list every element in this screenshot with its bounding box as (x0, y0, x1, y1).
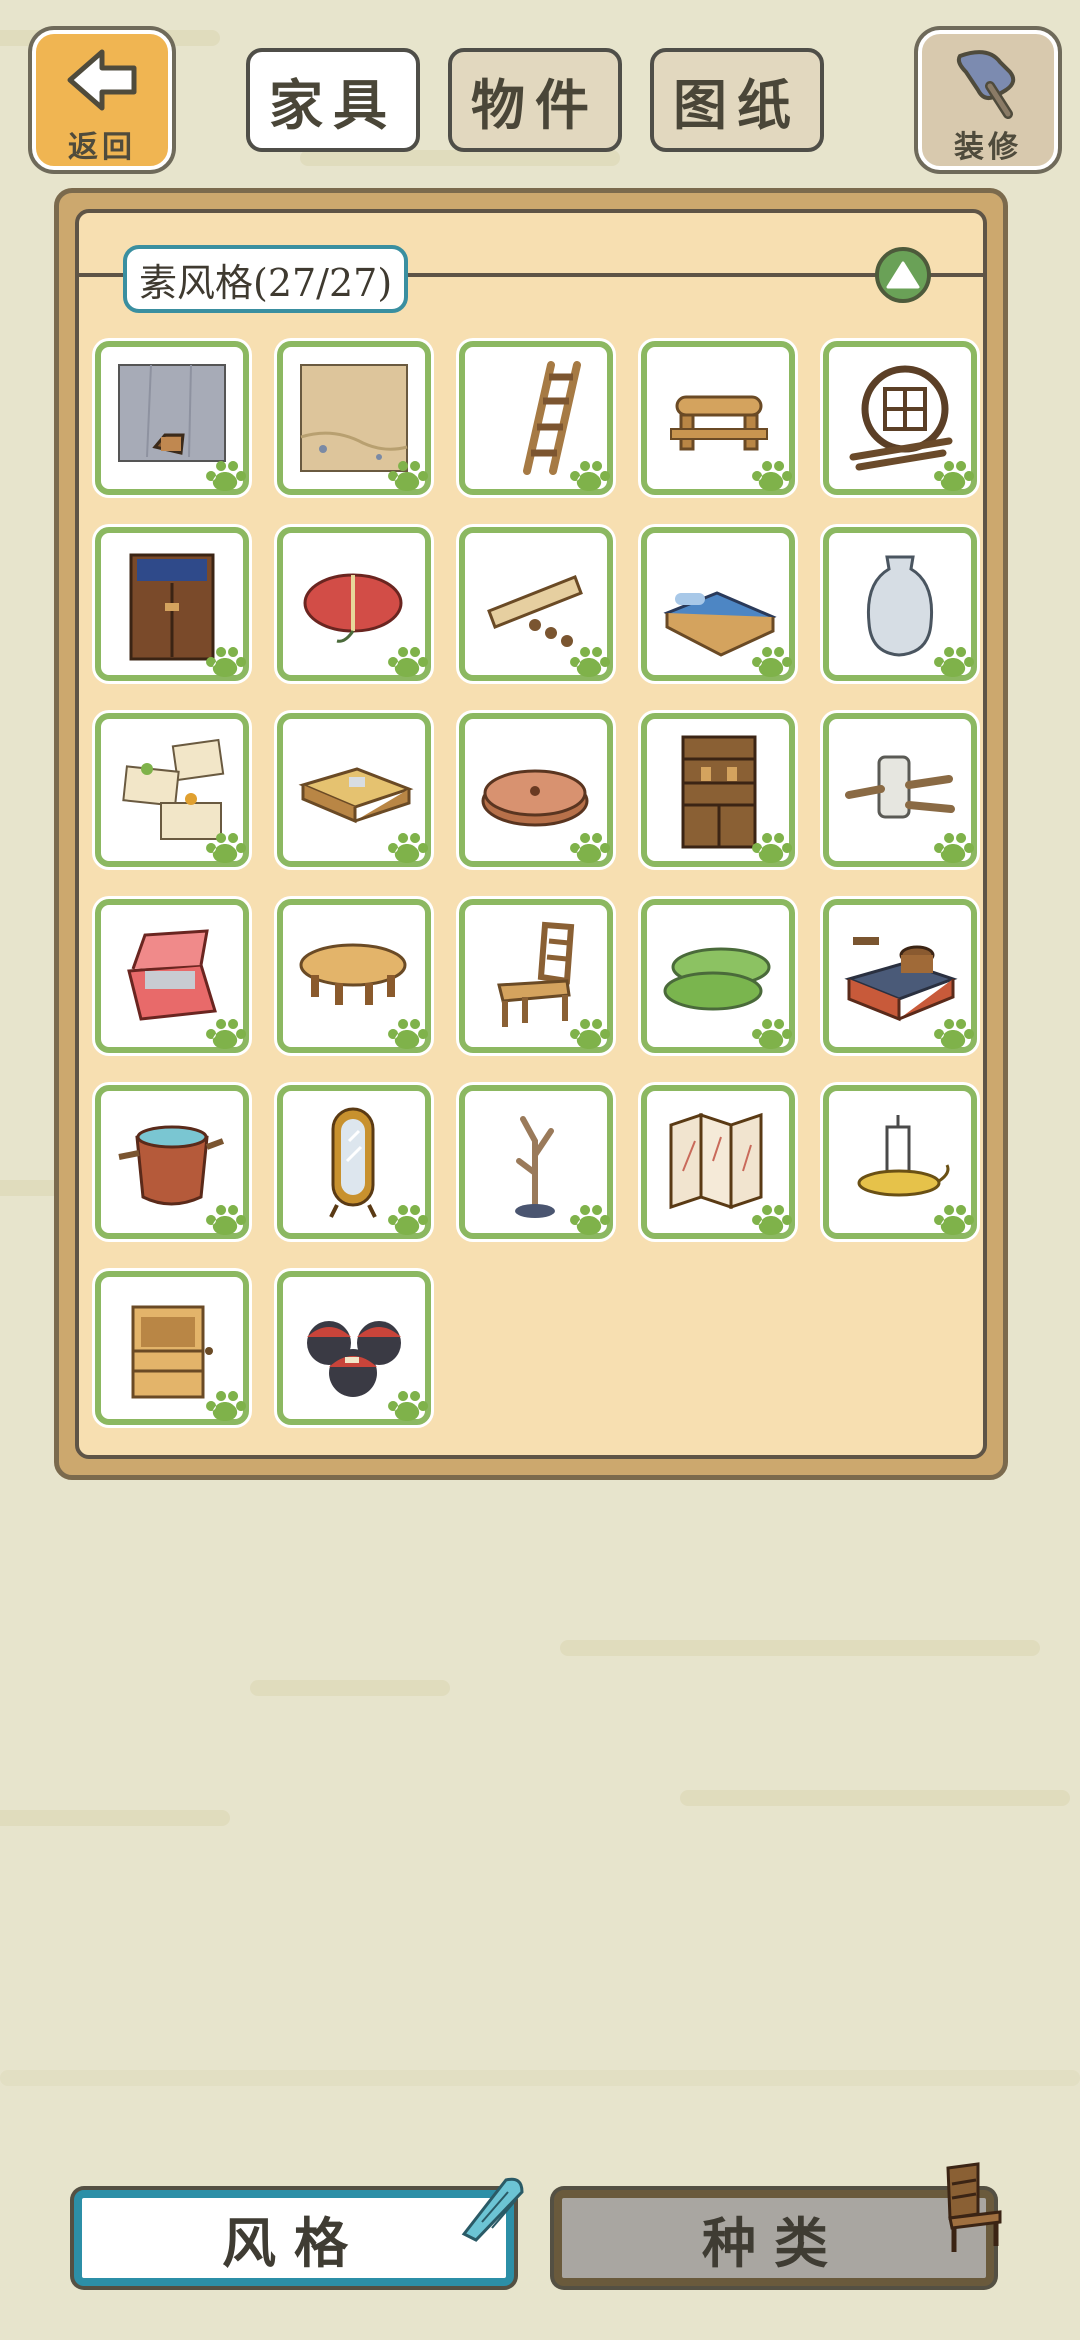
chair-icon (946, 2162, 1002, 2252)
furniture-item[interactable] (95, 341, 249, 495)
background-grain (250, 1680, 450, 1696)
furniture-item[interactable] (641, 527, 795, 681)
background-grain (0, 2070, 1080, 2086)
paw-icon (388, 1019, 429, 1049)
paw-icon (934, 1205, 975, 1235)
furniture-item[interactable] (95, 1271, 249, 1425)
furniture-item[interactable] (277, 1085, 431, 1239)
style-button[interactable]: 风格 (74, 2190, 514, 2286)
furniture-item[interactable] (277, 713, 431, 867)
paw-icon (206, 1205, 247, 1235)
paint-brush-icon (956, 50, 1016, 119)
background-grain (0, 1810, 230, 1826)
furniture-item[interactable] (641, 1085, 795, 1239)
furniture-item[interactable] (95, 899, 249, 1053)
decorate-label: 装修 (954, 130, 1022, 165)
decorate-button[interactable]: 装修 (918, 30, 1058, 170)
tab-objects[interactable]: 物件 (448, 48, 622, 152)
furniture-item[interactable] (823, 713, 977, 867)
furniture-item[interactable] (459, 341, 613, 495)
furniture-item[interactable] (641, 341, 795, 495)
furniture-item[interactable] (459, 527, 613, 681)
back-button[interactable]: 返回 (32, 30, 172, 170)
furniture-item[interactable] (823, 899, 977, 1053)
paw-icon (934, 461, 975, 491)
furniture-item[interactable] (95, 713, 249, 867)
furniture-item[interactable] (277, 1271, 431, 1425)
paw-icon (570, 461, 611, 491)
paw-icon (206, 647, 247, 677)
furniture-item[interactable] (459, 713, 613, 867)
collapse-button[interactable] (875, 247, 931, 303)
category-button[interactable]: 种类 (554, 2190, 994, 2286)
chevron-up-icon (886, 261, 920, 289)
paw-icon (388, 1205, 429, 1235)
tab-label: 物件 (471, 73, 599, 137)
style-button-label: 风格 (222, 2211, 366, 2275)
furniture-item[interactable] (277, 341, 431, 495)
paw-icon (752, 1019, 793, 1049)
paw-icon (934, 1019, 975, 1049)
furniture-item[interactable] (823, 527, 977, 681)
back-label: 返回 (68, 130, 136, 165)
style-title-text: 素风格(27/27) (139, 260, 393, 305)
paw-icon (752, 833, 793, 863)
paw-icon (570, 833, 611, 863)
paw-icon (388, 647, 429, 677)
background-grain (560, 1640, 1040, 1656)
furniture-item[interactable] (459, 899, 613, 1053)
paw-icon (388, 1391, 429, 1421)
panel-inner: 素风格(27/27) (75, 209, 987, 1459)
furniture-item[interactable] (95, 527, 249, 681)
background-grain (680, 1790, 1070, 1806)
furniture-item[interactable] (459, 1085, 613, 1239)
tab-blueprints[interactable]: 图纸 (650, 48, 824, 152)
paw-icon (570, 647, 611, 677)
paw-icon (752, 647, 793, 677)
back-arrow-icon (67, 49, 137, 111)
background-grain (300, 150, 620, 166)
furniture-item[interactable] (95, 1085, 249, 1239)
category-button-label: 种类 (702, 2211, 846, 2275)
paw-icon (934, 647, 975, 677)
furniture-item[interactable] (823, 341, 977, 495)
paw-icon (388, 461, 429, 491)
paw-icon (570, 1205, 611, 1235)
furniture-panel: 素风格(27/27) (54, 188, 1008, 1480)
paw-icon (752, 1205, 793, 1235)
furniture-item[interactable] (641, 899, 795, 1053)
paw-icon (206, 461, 247, 491)
style-title: 素风格(27/27) (123, 245, 409, 313)
paw-icon (388, 833, 429, 863)
furniture-item[interactable] (823, 1085, 977, 1239)
furniture-item[interactable] (277, 527, 431, 681)
shell-icon (461, 2177, 524, 2242)
paw-icon (206, 1391, 247, 1421)
tab-furniture[interactable]: 家具 (246, 48, 420, 152)
paw-icon (206, 1019, 247, 1049)
furniture-item[interactable] (641, 713, 795, 867)
paw-icon (206, 833, 247, 863)
paw-icon (752, 461, 793, 491)
paw-icon (570, 1019, 611, 1049)
tab-label: 图纸 (673, 73, 801, 137)
paw-icon (934, 833, 975, 863)
tab-label: 家具 (269, 73, 397, 137)
furniture-item[interactable] (277, 899, 431, 1053)
